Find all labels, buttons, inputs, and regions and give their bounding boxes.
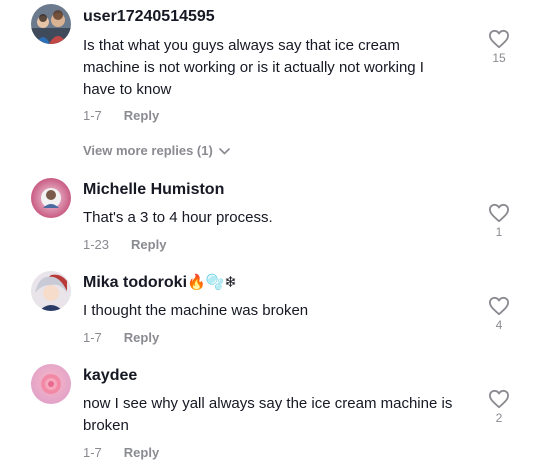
chevron-down-icon — [219, 148, 230, 155]
like-count: 4 — [495, 318, 503, 332]
username[interactable]: Mika todoroki🔥🫧❄ — [83, 273, 237, 292]
username[interactable]: user17240514595 — [83, 8, 215, 26]
comment-meta: 1-7 Reply — [83, 445, 159, 460]
like-button[interactable]: 1 — [486, 203, 512, 239]
username-text: Mika todoroki — [83, 274, 188, 291]
heart-icon — [488, 296, 509, 316]
avatar[interactable] — [31, 364, 71, 404]
like-button[interactable]: 15 — [486, 29, 512, 65]
view-more-replies-button[interactable]: View more replies (1) — [83, 143, 230, 158]
like-count: 1 — [495, 225, 503, 239]
username-emoji: 🔥🫧❄ — [187, 274, 237, 291]
username[interactable]: kaydee — [83, 367, 137, 385]
comment-meta: 1-23 Reply — [83, 237, 166, 252]
heart-icon — [488, 389, 509, 409]
avatar[interactable] — [31, 271, 71, 311]
reply-button[interactable]: Reply — [131, 237, 166, 252]
comment-text: Is that what you guys always say that ic… — [83, 37, 424, 98]
comment-meta: 1-7 Reply — [83, 330, 159, 345]
comment-text: That's a 3 to 4 hour process. — [83, 209, 273, 226]
avatar[interactable] — [31, 178, 71, 218]
comment-text: now I see why yall always say the ice cr… — [83, 395, 453, 434]
view-more-label: View more replies (1) — [83, 143, 213, 158]
like-button[interactable]: 2 — [486, 389, 512, 425]
like-button[interactable]: 4 — [486, 296, 512, 332]
comment-date: 1-7 — [83, 330, 102, 345]
heart-icon — [488, 29, 509, 49]
comment-text: I thought the machine was broken — [83, 302, 309, 319]
reply-button[interactable]: Reply — [124, 330, 159, 345]
comment-date: 1-7 — [83, 445, 102, 460]
like-count: 15 — [492, 51, 506, 65]
heart-icon — [488, 203, 509, 223]
comment-meta: 1-7 Reply — [83, 108, 159, 123]
reply-button[interactable]: Reply — [124, 108, 159, 123]
comment-date: 1-23 — [83, 237, 110, 252]
reply-button[interactable]: Reply — [124, 445, 159, 460]
username[interactable]: Michelle Humiston — [83, 181, 224, 199]
comment-date: 1-7 — [83, 108, 102, 123]
avatar[interactable] — [31, 4, 71, 44]
like-count: 2 — [495, 411, 503, 425]
